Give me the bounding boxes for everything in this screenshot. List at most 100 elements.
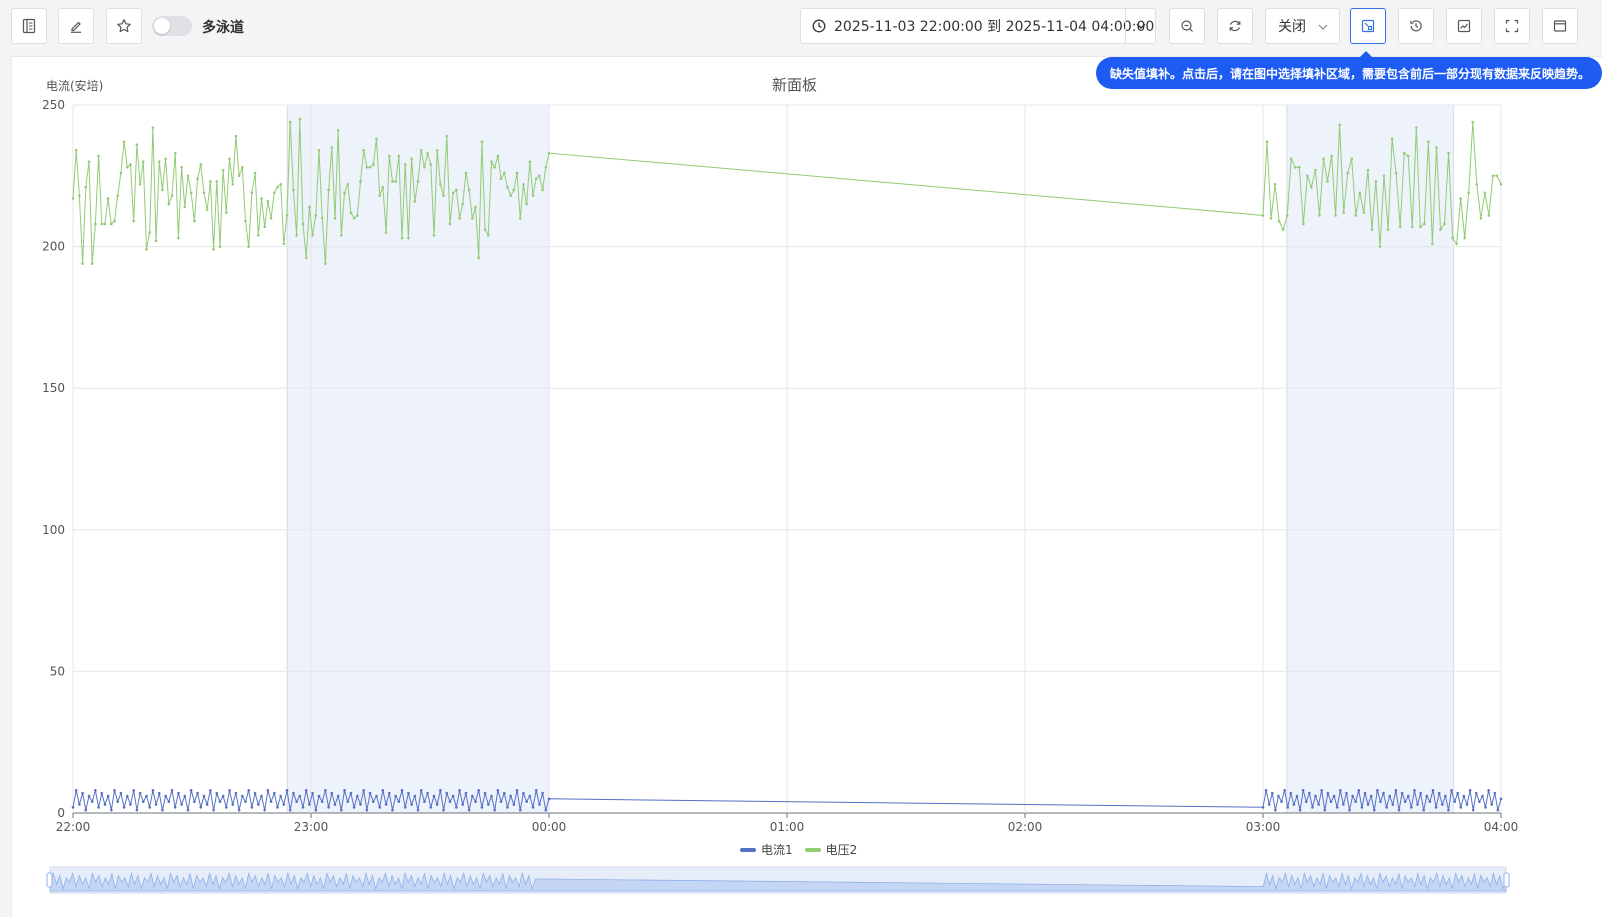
data-point — [1463, 236, 1466, 240]
data-point — [1332, 794, 1336, 798]
missing-value-fill-button[interactable] — [1350, 8, 1386, 44]
data-point — [1419, 791, 1422, 795]
data-point — [1385, 806, 1388, 809]
data-point — [419, 789, 423, 792]
data-point — [515, 789, 519, 792]
data-point — [148, 806, 151, 809]
sidebar-toggle-button[interactable] — [11, 8, 47, 44]
data-point — [1374, 180, 1378, 183]
y-tick-label: 150 — [42, 381, 65, 395]
data-point — [455, 806, 458, 809]
window-icon — [1553, 20, 1567, 32]
data-point — [138, 182, 142, 186]
data-point — [170, 789, 174, 792]
data-point — [279, 182, 282, 186]
refresh-button[interactable] — [1217, 8, 1253, 44]
edit-button[interactable] — [58, 8, 94, 44]
favorite-button[interactable] — [106, 8, 142, 44]
y-tick-label: 50 — [50, 664, 65, 678]
data-point — [528, 160, 532, 163]
chart-edit-button[interactable] — [1446, 8, 1482, 44]
data-point — [87, 160, 91, 163]
data-point — [317, 794, 321, 798]
data-point — [400, 789, 404, 792]
data-point — [78, 803, 81, 806]
data-point — [1302, 222, 1305, 226]
data-point — [1450, 789, 1453, 792]
data-point — [288, 120, 292, 124]
data-point — [394, 180, 397, 183]
data-point — [410, 157, 413, 161]
data-point — [1467, 191, 1471, 195]
data-point — [1308, 791, 1311, 795]
data-point — [202, 191, 206, 195]
x-tick-label: 02:00 — [1008, 820, 1043, 834]
time-range-picker[interactable]: 2025-11-03 22:00:00 到 2025-11-04 04:00:0… — [800, 8, 1156, 44]
x-tick-label: 01:00 — [770, 820, 805, 834]
x-tick-label: 04:00 — [1484, 820, 1519, 834]
data-point — [1386, 228, 1390, 231]
data-point — [225, 806, 228, 809]
data-point — [1354, 214, 1358, 217]
data-point — [113, 219, 116, 223]
data-point — [1265, 140, 1269, 144]
data-point — [1406, 154, 1410, 158]
multi-lane-toggle[interactable] — [152, 16, 192, 36]
data-point — [157, 791, 161, 795]
data-point — [1423, 222, 1426, 226]
zoom-slider-handle-right — [1503, 872, 1510, 888]
data-point — [1366, 803, 1370, 806]
data-point — [1419, 225, 1422, 229]
data-point — [161, 188, 164, 192]
star-icon — [117, 19, 131, 33]
data-point — [151, 789, 155, 792]
data-point — [110, 808, 113, 812]
data-point — [375, 137, 378, 141]
data-point — [1468, 789, 1472, 792]
data-point — [531, 806, 535, 809]
data-point — [477, 256, 481, 260]
data-point — [544, 808, 548, 812]
data-point — [1289, 791, 1293, 795]
data-point — [119, 791, 123, 795]
fullscreen-button[interactable] — [1494, 8, 1530, 44]
data-point — [416, 808, 420, 812]
data-point — [154, 239, 158, 243]
chart-title: 新面板 — [772, 76, 818, 94]
data-point — [471, 794, 474, 798]
data-point — [1471, 808, 1475, 812]
data-point — [183, 205, 187, 209]
data-point — [126, 166, 129, 169]
data-point — [292, 791, 295, 795]
data-point — [282, 803, 286, 806]
line-chart[interactable]: 0 50 100 150 200 250 22:00 23:00 00:00 01:00 02:00… — [12, 57, 1602, 917]
data-point — [534, 789, 538, 792]
data-point — [1342, 211, 1345, 214]
history-button[interactable] — [1398, 8, 1434, 44]
auto-refresh-select[interactable]: 关闭 — [1265, 8, 1340, 44]
window-button[interactable] — [1542, 8, 1578, 44]
data-point — [467, 808, 471, 812]
data-point — [1298, 808, 1302, 812]
data-point — [1273, 182, 1277, 186]
data-point — [343, 789, 346, 792]
data-point — [1479, 216, 1483, 220]
data-point — [464, 791, 468, 795]
data-point — [266, 199, 270, 203]
data-point — [327, 806, 330, 809]
data-point — [512, 188, 516, 192]
legend-item-series-2[interactable]: 电压2 — [804, 841, 857, 858]
data-point — [78, 194, 81, 197]
data-point — [1394, 171, 1398, 175]
legend-item-series-1[interactable]: 电流1 — [740, 841, 793, 858]
y-tick-label: 250 — [42, 98, 65, 112]
data-point — [199, 806, 203, 809]
data-point — [173, 151, 177, 155]
chevron-down-icon[interactable] — [1134, 19, 1148, 33]
data-point — [461, 202, 465, 206]
zoom-out-button[interactable] — [1169, 8, 1205, 44]
data-point — [1422, 808, 1426, 812]
data-point — [1358, 191, 1362, 195]
data-point — [247, 245, 251, 248]
data-point — [1280, 800, 1283, 803]
